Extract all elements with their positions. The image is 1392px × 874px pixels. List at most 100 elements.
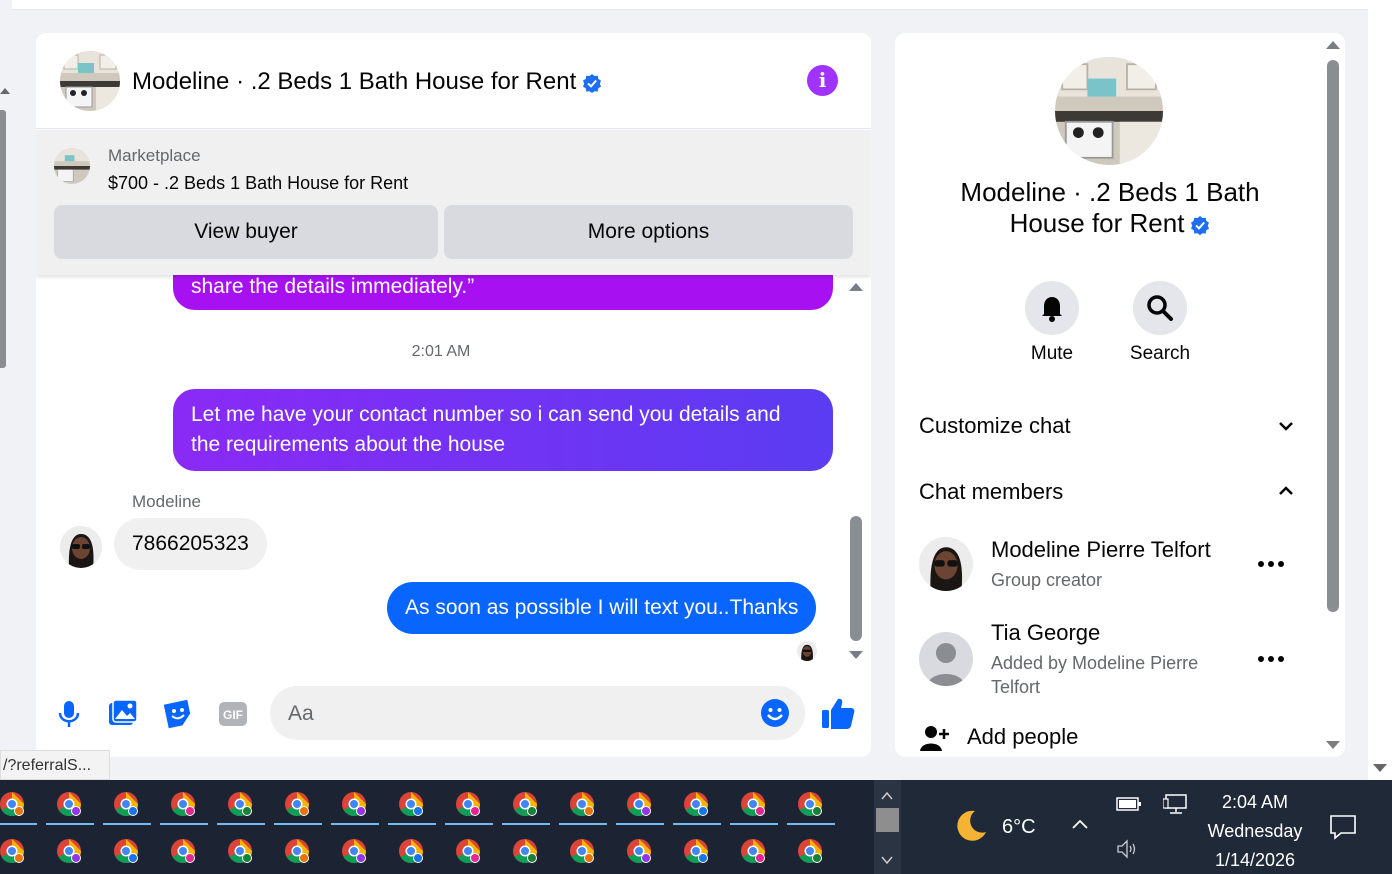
chrome-taskbar-icon[interactable]: [512, 791, 538, 817]
chrome-taskbar-icon[interactable]: [512, 838, 538, 864]
notification-center-icon[interactable]: [1329, 814, 1357, 840]
chrome-taskbar-icon[interactable]: [56, 791, 82, 817]
listing-title[interactable]: $700 - .2 Beds 1 Bath House for Rent: [108, 173, 408, 194]
taskbar-running-indicator: [274, 823, 322, 825]
chat-avatar[interactable]: [60, 51, 120, 111]
more-dots-icon[interactable]: [1257, 560, 1285, 568]
customize-chat-row[interactable]: Customize chat: [919, 413, 1071, 439]
messages-scroll-down-icon[interactable]: [849, 651, 863, 659]
taskbar-scroll[interactable]: [874, 780, 901, 874]
sender-avatar[interactable]: [60, 526, 102, 568]
chrome-taskbar-icon[interactable]: [113, 838, 139, 864]
view-buyer-button[interactable]: View buyer: [54, 205, 438, 259]
show-hidden-icons-icon[interactable]: [1071, 818, 1089, 830]
verified-badge-icon: [583, 73, 602, 93]
add-people-button[interactable]: Add people: [967, 724, 1078, 750]
chrome-taskbar-icon[interactable]: [227, 838, 253, 864]
chrome-taskbar-icon[interactable]: [626, 791, 652, 817]
bell-icon: [1042, 297, 1062, 322]
member-name[interactable]: Tia George: [991, 620, 1100, 646]
messages-scrollbar-thumb[interactable]: [850, 516, 862, 641]
message-list[interactable]: share the details immediately.” 2:01 AM …: [36, 275, 871, 675]
member-avatar[interactable]: [919, 537, 973, 591]
chrome-taskbar-icon[interactable]: [740, 791, 766, 817]
chat-details-panel: Modeline · .2 Beds 1 Bath House for Rent…: [895, 33, 1345, 757]
incoming-message[interactable]: 7866205323: [114, 518, 267, 570]
more-dots-icon[interactable]: [1257, 655, 1285, 663]
message-composer: GIF Aa: [36, 679, 871, 757]
page-scrollbar-track[interactable]: [1368, 0, 1392, 780]
outgoing-message[interactable]: Let me have your contact number so i can…: [173, 389, 833, 471]
details-scroll-down-icon[interactable]: [1326, 741, 1340, 749]
moon-icon[interactable]: [953, 808, 989, 844]
clock-time: 2:04 AM: [1221, 792, 1289, 812]
emoji-icon[interactable]: [760, 698, 790, 728]
battery-icon[interactable]: [1116, 796, 1142, 812]
sticker-icon[interactable]: [161, 697, 195, 731]
messages-scroll-up-icon[interactable]: [849, 283, 863, 291]
left-scroll-up-arrow-icon[interactable]: [0, 88, 10, 94]
chrome-taskbar-icon[interactable]: [455, 791, 481, 817]
taskbar-running-indicator: [46, 823, 94, 825]
chrome-taskbar-icon[interactable]: [170, 838, 196, 864]
taskbar-running-indicator: [0, 823, 37, 825]
chrome-taskbar-icon[interactable]: [341, 838, 367, 864]
group-title: Modeline · .2 Beds 1 Bath House for Rent: [945, 177, 1275, 239]
left-scrollbar-thumb[interactable]: [0, 110, 6, 368]
chrome-taskbar-icon[interactable]: [398, 838, 424, 864]
chrome-taskbar-icon[interactable]: [683, 791, 709, 817]
taskbar-clock[interactable]: 2:04 AM Wednesday 1/14/2026: [1193, 788, 1317, 874]
chrome-taskbar-icon[interactable]: [284, 791, 310, 817]
photo-icon[interactable]: [106, 697, 140, 731]
chrome-taskbar-icon[interactable]: [56, 838, 82, 864]
chevron-down-icon[interactable]: [1277, 417, 1295, 435]
chrome-taskbar-icon[interactable]: [398, 791, 424, 817]
chrome-taskbar-icon[interactable]: [455, 838, 481, 864]
add-person-icon[interactable]: [919, 723, 949, 753]
details-scroll-up-icon[interactable]: [1326, 41, 1340, 49]
chrome-taskbar-icon[interactable]: [0, 791, 25, 817]
chrome-taskbar-icon[interactable]: [626, 838, 652, 864]
weather-temperature[interactable]: 6°C: [1002, 816, 1036, 839]
chrome-taskbar-icon[interactable]: [683, 838, 709, 864]
page-scroll-down-arrow-icon[interactable]: [1373, 764, 1387, 772]
member-avatar[interactable]: [919, 632, 973, 686]
chrome-taskbar-icon[interactable]: [0, 838, 25, 864]
message-input[interactable]: Aa: [270, 686, 805, 740]
gif-icon[interactable]: GIF: [216, 697, 250, 731]
details-scrollbar-thumb[interactable]: [1327, 60, 1339, 612]
chrome-taskbar-icon[interactable]: [797, 791, 823, 817]
taskbar-app-icons: [0, 780, 874, 874]
microphone-icon[interactable]: [52, 697, 86, 731]
chat-members-row[interactable]: Chat members: [919, 479, 1063, 505]
group-avatar[interactable]: [1055, 57, 1163, 165]
chrome-taskbar-icon[interactable]: [797, 838, 823, 864]
chrome-taskbar-icon[interactable]: [284, 838, 310, 864]
chrome-taskbar-icon[interactable]: [113, 791, 139, 817]
member-name[interactable]: Modeline Pierre Telfort: [991, 537, 1211, 563]
chat-header: Modeline · .2 Beds 1 Bath House for Rent…: [36, 33, 871, 129]
chat-info-button[interactable]: i: [807, 65, 838, 96]
search-button[interactable]: [1133, 281, 1187, 335]
chat-title-text: Modeline · .2 Beds 1 Bath House for Rent: [132, 68, 577, 95]
chrome-taskbar-icon[interactable]: [170, 791, 196, 817]
chevron-up-icon[interactable]: [881, 790, 893, 802]
clock-day: Wednesday: [1207, 821, 1303, 841]
outgoing-message[interactable]: As soon as possible I will text you..Tha…: [387, 582, 817, 634]
outgoing-message-partial[interactable]: share the details immediately.”: [173, 275, 833, 310]
taskbar: 6°C 2:04 AM Wednesday 1/14/2026: [0, 780, 1392, 874]
taskbar-scroll-thumb[interactable]: [876, 808, 899, 832]
chrome-taskbar-icon[interactable]: [740, 838, 766, 864]
mute-button[interactable]: [1025, 281, 1079, 335]
chrome-taskbar-icon[interactable]: [341, 791, 367, 817]
chevron-up-icon[interactable]: [1277, 482, 1295, 500]
more-options-button[interactable]: More options: [444, 205, 853, 259]
chrome-taskbar-icon[interactable]: [227, 791, 253, 817]
thumbs-up-icon[interactable]: [820, 695, 856, 731]
chrome-taskbar-icon[interactable]: [569, 838, 595, 864]
chrome-taskbar-icon[interactable]: [569, 791, 595, 817]
chevron-down-icon[interactable]: [881, 854, 893, 866]
network-icon[interactable]: [1163, 793, 1189, 815]
listing-thumbnail[interactable]: [54, 148, 90, 184]
volume-icon[interactable]: [1115, 838, 1141, 860]
